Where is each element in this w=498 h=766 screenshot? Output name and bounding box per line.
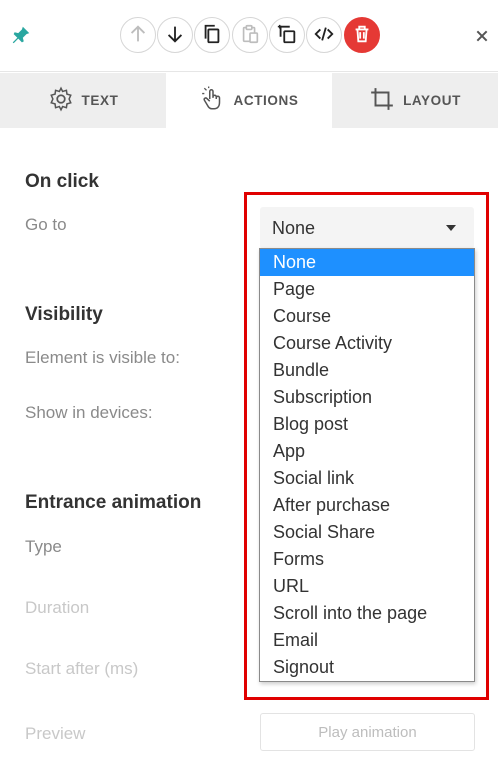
trash-icon [351,23,373,48]
copy-button[interactable] [194,17,230,53]
tab-actions-label: ACTIONS [233,93,299,108]
duplicate-icon [276,23,298,48]
tab-bar: TEXT ACTIONS LAYOUT [0,73,498,128]
goto-label: Go to [25,215,67,234]
crop-icon [369,86,395,115]
pin-icon[interactable] [10,24,32,46]
move-down-button[interactable] [157,17,193,53]
arrow-down-icon [164,23,186,48]
animation-title: Entrance animation [25,492,202,513]
highlight-box [244,192,489,700]
tab-text-label: TEXT [81,93,119,108]
duration-label: Duration [25,598,90,617]
move-up-button[interactable] [120,17,156,53]
start-after-label: Start after (ms) [25,659,139,678]
tab-layout-label: LAYOUT [403,93,461,108]
tab-text[interactable]: TEXT [0,73,166,128]
visibility-title: Visibility [25,304,103,325]
tab-layout[interactable]: LAYOUT [332,73,498,128]
close-icon[interactable] [470,24,494,48]
devices-label: Show in devices: [25,403,153,422]
pointer-hand-icon [200,86,226,115]
duplicate-button[interactable] [269,17,305,53]
preview-label: Preview [25,724,86,743]
delete-button[interactable] [344,17,380,53]
arrow-up-icon [127,23,149,48]
tab-actions[interactable]: ACTIONS [166,73,332,128]
copy-icon [201,23,223,48]
gear-icon [48,86,74,115]
type-label: Type [25,537,62,556]
toolbar [0,0,498,72]
on-click-title: On click [25,171,99,192]
code-button[interactable] [306,17,342,53]
visible-to-label: Element is visible to: [25,348,180,367]
paste-button[interactable] [232,17,268,53]
code-icon [313,23,335,48]
play-animation-button[interactable]: Play animation [260,713,475,751]
paste-icon [239,23,261,48]
